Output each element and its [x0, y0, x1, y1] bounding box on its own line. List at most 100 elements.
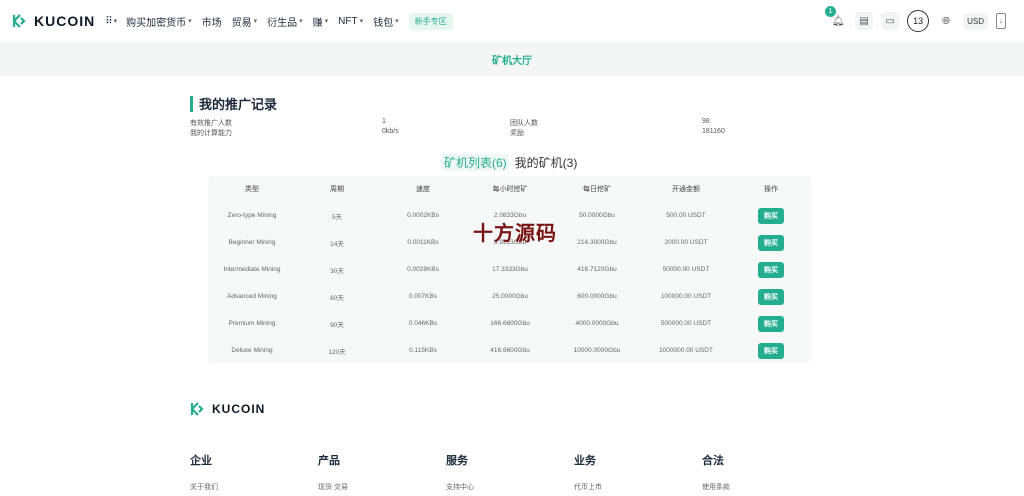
- table-header: 类型 周期 速度 每小时挖矿 每日挖矿 开通金额 操作: [208, 176, 812, 202]
- nav-item-label: 贸易: [231, 17, 252, 29]
- chevron-down-icon: ▾: [395, 18, 399, 25]
- table-cell: 25.0000Gbu: [492, 293, 528, 300]
- buy-button[interactable]: 购买: [758, 315, 784, 332]
- nav-item[interactable]: 钱包 ▾: [373, 14, 399, 29]
- table-cell: Intermediate Mining: [223, 266, 281, 273]
- table-cell: 120天: [328, 348, 346, 356]
- stat-value: 1: [382, 118, 386, 125]
- chevron-down-icon: ▾: [324, 18, 329, 25]
- column-header: 类型: [245, 186, 259, 193]
- table-cell: 166.6600Gbu: [490, 320, 530, 327]
- footer-link[interactable]: 现货 交易: [318, 482, 348, 492]
- footer-link[interactable]: 关于我们: [190, 482, 218, 492]
- footer-column: 业务 代币上市: [574, 452, 602, 492]
- download-app-icon[interactable]: ↓: [996, 13, 1006, 29]
- footer-logo-text: KUCOIN: [212, 402, 266, 416]
- action-cell: 购买: [730, 234, 812, 251]
- kucoin-logo[interactable]: KUCOIN: [12, 13, 95, 29]
- table-row: Premium Mining 90天 0.046KBs 166.6600Gbu 4000…: [208, 310, 812, 337]
- nav-item-label: 赚: [312, 17, 323, 29]
- table-cell: 17.3333Gbu: [492, 266, 528, 273]
- tab-miner-list[interactable]: 矿机列表(6): [442, 154, 509, 171]
- table-cell: 50.0000Gbu: [579, 212, 615, 219]
- nav-item[interactable]: 市场: [202, 14, 222, 29]
- wallet-icon[interactable]: ▭: [881, 12, 900, 30]
- newbie-zone-button[interactable]: 新手专区: [408, 12, 453, 30]
- logo-text: KUCOIN: [34, 13, 96, 29]
- page-title: 矿机大厅: [492, 55, 532, 67]
- table-row: Deluxe Mining 120天 0.115KBs 416.6600Gbu 1000…: [208, 337, 812, 364]
- orders-icon[interactable]: ▤: [855, 12, 874, 30]
- title-accent-bar: [190, 95, 193, 112]
- footer-logo[interactable]: KUCOIN: [190, 402, 265, 416]
- nav-item[interactable]: 购买加密货币 ▾: [126, 14, 192, 29]
- nav-item-label: 购买加密货币: [126, 17, 187, 29]
- page-header-band: 矿机大厅: [0, 42, 1024, 76]
- buy-button[interactable]: 购买: [758, 288, 784, 305]
- chevron-down-icon: ▾: [188, 18, 192, 25]
- table-row: Intermediate Mining 30天 0.0028KBs 17.3333Gb…: [208, 256, 812, 283]
- top-navigation: KUCOIN ⠿ ▾ 购买加密货币 ▾ 市场 贸易 ▾ 衍生品 ▾ 赚 ▾ NFT ▾ 钱包 ▾ 新手专区 …: [0, 0, 1024, 42]
- nav-item-label: 市场: [201, 17, 222, 29]
- action-cell: 购买: [730, 261, 812, 278]
- chevron-down-icon: ▾: [299, 18, 303, 25]
- footer-column: 产品 现货 交易: [318, 452, 348, 492]
- nav-item[interactable]: NFT ▾: [338, 16, 363, 27]
- watermark-text: 十方源码: [473, 223, 557, 245]
- nav-item[interactable]: 衍生品 ▾: [267, 14, 303, 29]
- kucoin-logo-icon: [12, 14, 26, 28]
- table-cell: Zero-type Mining: [227, 212, 277, 219]
- miner-tabs: 矿机列表(6) 我的矿机(3): [442, 154, 577, 171]
- table-cell: Beginner Mining: [228, 239, 276, 246]
- stat-value: 181160: [702, 128, 725, 135]
- buy-button[interactable]: 购买: [758, 207, 784, 224]
- table-cell: 30天: [330, 267, 344, 275]
- column-header: 每小时挖矿: [492, 186, 528, 193]
- table-cell: 90天: [330, 321, 344, 329]
- notification-bell-icon[interactable]: 1 🔔︎: [825, 6, 847, 30]
- buy-button[interactable]: 购买: [758, 342, 784, 359]
- table-cell: 416.6600Gbu: [490, 347, 530, 354]
- avatar[interactable]: 13: [907, 10, 930, 32]
- referral-title-text: 我的推广记录: [199, 97, 278, 112]
- column-header: 速度: [416, 186, 430, 193]
- footer-column-heading: 业务: [574, 455, 596, 467]
- column-header: 每日挖矿: [583, 186, 611, 193]
- footer-link[interactable]: 代币上市: [574, 482, 602, 492]
- stat-label: 有效推广人数: [190, 120, 232, 127]
- footer-column-heading: 服务: [446, 455, 468, 467]
- action-cell: 购买: [730, 342, 812, 359]
- column-header: 操作: [764, 186, 778, 193]
- table-cell: 0.0028KBs: [407, 266, 439, 273]
- table-cell: 0.007KBs: [408, 293, 438, 300]
- table-cell: Deluxe Mining: [231, 347, 273, 354]
- stat-label: 我的计算能力: [190, 130, 232, 137]
- footer-column-heading: 合法: [702, 455, 724, 467]
- table-cell: 100000.00 USDT: [660, 293, 712, 300]
- column-header: 周期: [330, 186, 344, 193]
- table-cell: 2000.00 USDT: [664, 239, 708, 246]
- stat-value: 0kb/s: [382, 128, 399, 135]
- chevron-down-icon: ▾: [359, 18, 364, 25]
- table-cell: 4000.0000Gbu: [575, 320, 619, 327]
- apps-grid-icon[interactable]: ⠿ ▾: [105, 16, 117, 27]
- buy-button[interactable]: 购买: [758, 234, 784, 251]
- action-cell: 购买: [730, 207, 812, 224]
- table-cell: 14天: [330, 240, 344, 248]
- table-cell: 60天: [330, 294, 344, 302]
- currency-selector[interactable]: USD: [963, 12, 988, 30]
- action-cell: 购买: [730, 315, 812, 332]
- action-cell: 购买: [730, 288, 812, 305]
- kucoin-logo-icon: [190, 402, 204, 416]
- nav-item[interactable]: 赚 ▾: [313, 14, 329, 29]
- footer-link[interactable]: 使用条款: [702, 482, 730, 492]
- tab-my-miners[interactable]: 我的矿机(3): [515, 154, 578, 171]
- table-cell: 0.0011KBs: [407, 239, 439, 246]
- footer-link[interactable]: 支持中心: [446, 482, 474, 492]
- main-menu: ⠿ ▾ 购买加密货币 ▾ 市场 贸易 ▾ 衍生品 ▾ 赚 ▾ NFT ▾ 钱包 ▾ 新手专区: [105, 12, 453, 30]
- buy-button[interactable]: 购买: [758, 261, 784, 278]
- table-cell: 10000.0000Gbu: [573, 347, 621, 354]
- nav-item[interactable]: 贸易 ▾: [232, 14, 258, 29]
- table-cell: 50000.00 USDT: [662, 266, 710, 273]
- globe-icon[interactable]: 🌐︎: [937, 12, 955, 30]
